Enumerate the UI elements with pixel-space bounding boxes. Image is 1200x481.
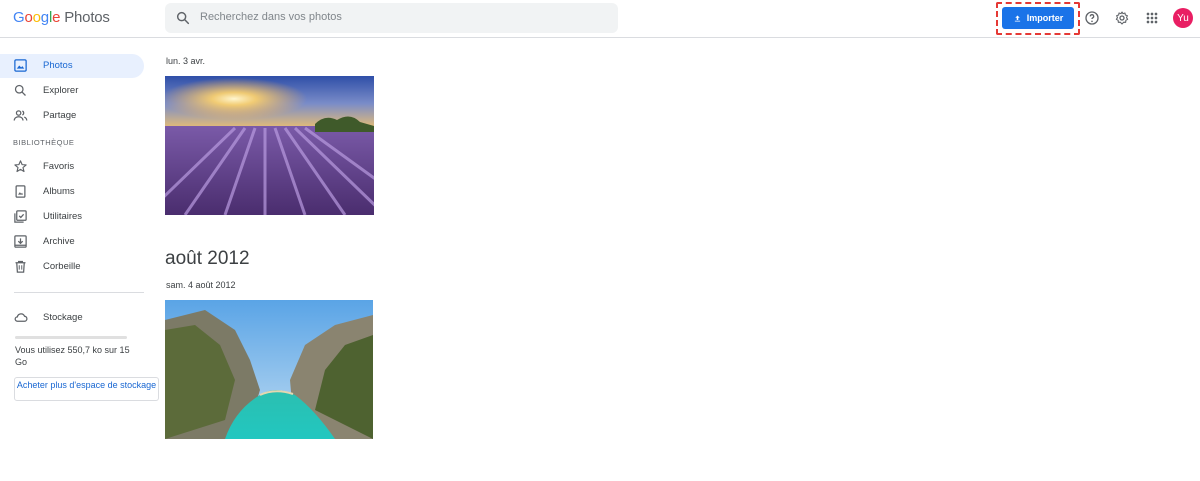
top-bar: Google Photos Recherchez dans vos photos … xyxy=(0,0,1200,38)
upload-icon xyxy=(1014,15,1020,21)
archive-icon xyxy=(14,235,27,248)
sidebar: Photos Explorer Partage BIBLIOTHÈQUE Fav… xyxy=(0,38,160,481)
photo-icon xyxy=(14,59,27,72)
sidebar-item-albums[interactable]: Albums xyxy=(0,180,144,204)
help-icon[interactable] xyxy=(1084,10,1100,26)
photo-grid: lun. 3 avr. août 2012 sam. 4 août 2012 xyxy=(165,38,1200,481)
lavender-field-image xyxy=(165,76,374,215)
storage-progress-bar xyxy=(15,336,127,339)
sidebar-item-partage[interactable]: Partage xyxy=(0,104,144,128)
album-icon xyxy=(15,185,26,198)
month-title: août 2012 xyxy=(165,248,250,269)
turquoise-gorge-image xyxy=(165,300,373,439)
sidebar-item-favoris[interactable]: Favoris xyxy=(0,155,144,179)
sidebar-item-photos[interactable]: Photos xyxy=(0,54,144,78)
people-icon xyxy=(13,110,28,121)
star-icon xyxy=(14,160,27,173)
utilities-icon xyxy=(14,210,27,223)
sidebar-divider xyxy=(14,292,144,293)
avatar[interactable]: Yu xyxy=(1173,8,1193,28)
library-section-label: BIBLIOTHÈQUE xyxy=(13,138,75,147)
sidebar-item-explorer[interactable]: Explorer xyxy=(0,79,144,103)
sidebar-item-utilitaires[interactable]: Utilitaires xyxy=(0,205,144,229)
buy-storage-button[interactable]: Acheter plus d'espace de stockage xyxy=(14,377,159,401)
search-icon[interactable] xyxy=(175,10,191,26)
cloud-icon xyxy=(14,313,28,322)
import-button[interactable]: Importer xyxy=(1002,7,1074,29)
photo-turquoise-gorge[interactable] xyxy=(165,300,373,439)
date-label: sam. 4 août 2012 xyxy=(166,280,236,290)
logo-product-name: Photos xyxy=(64,9,110,26)
date-label: lun. 3 avr. xyxy=(166,56,206,66)
search-placeholder: Recherchez dans vos photos xyxy=(200,11,342,23)
import-button-label: Importer xyxy=(1026,13,1064,23)
sidebar-item-archive[interactable]: Archive xyxy=(0,230,144,254)
sidebar-item-stockage[interactable]: Stockage xyxy=(0,306,144,330)
search-icon xyxy=(14,84,26,96)
gear-icon[interactable] xyxy=(1114,10,1130,26)
apps-grid-icon[interactable] xyxy=(1144,10,1160,26)
search-input[interactable]: Recherchez dans vos photos xyxy=(165,3,618,33)
google-photos-logo[interactable]: Google Photos xyxy=(13,9,110,26)
storage-usage-text: Vous utilisez 550,7 ko sur 15 Go xyxy=(15,345,130,367)
sidebar-item-corbeille[interactable]: Corbeille xyxy=(0,255,144,279)
photo-lavender-field[interactable] xyxy=(165,76,374,215)
trash-icon xyxy=(15,260,26,273)
